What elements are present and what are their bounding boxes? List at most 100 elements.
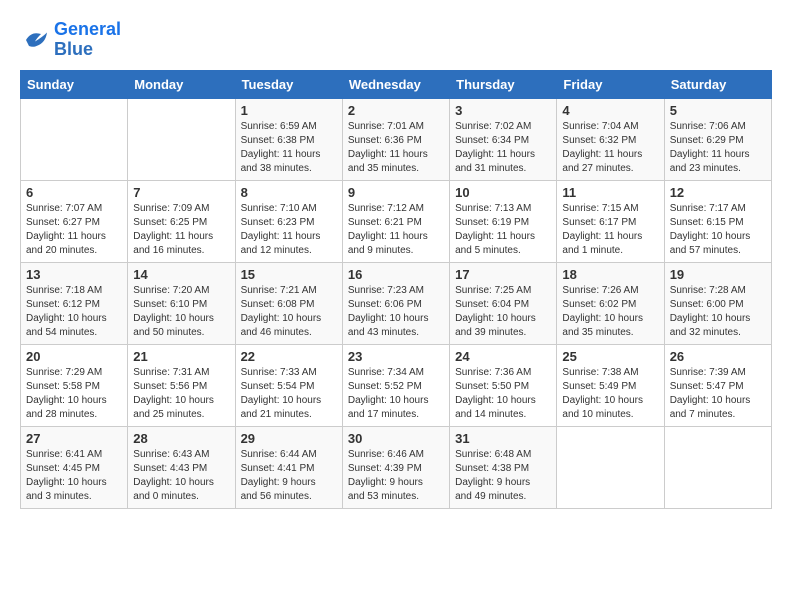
day-cell: [128, 98, 235, 180]
day-cell: 8Sunrise: 7:10 AM Sunset: 6:23 PM Daylig…: [235, 180, 342, 262]
day-detail: Sunrise: 7:06 AM Sunset: 6:29 PM Dayligh…: [670, 120, 766, 176]
day-number: 1: [241, 103, 337, 118]
day-cell: 2 Sunrise: 7:01 AM Sunset: 6:36 PM Daylig…: [342, 98, 449, 180]
day-number: 14: [133, 267, 229, 282]
day-number: 24: [455, 349, 551, 364]
day-cell: 22 Sunrise: 7:33 AM Sunset: 5:54 PM Dayli…: [235, 344, 342, 426]
week-row-5: 27 Sunrise: 6:41 AM Sunset: 4:45 PM Dayli…: [21, 426, 772, 508]
header-tuesday: Tuesday: [235, 70, 342, 98]
day-detail: Sunrise: 7:29 AM Sunset: 5:58 PM Dayligh…: [26, 366, 122, 422]
day-cell: 31 Sunrise: 6:48 AM Sunset: 4:38 PM Dayli…: [450, 426, 557, 508]
week-row-1: 1 Sunrise: 6:59 AM Sunset: 6:38 PM Daylig…: [21, 98, 772, 180]
day-detail: Sunrise: 7:02 AM Sunset: 6:34 PM Dayligh…: [455, 120, 551, 176]
day-number: 5: [670, 103, 766, 118]
logo-icon: [20, 25, 50, 55]
day-cell: 14 Sunrise: 7:20 AM Sunset: 6:10 PM Dayli…: [128, 262, 235, 344]
day-cell: 28 Sunrise: 6:43 AM Sunset: 4:43 PM Dayli…: [128, 426, 235, 508]
day-cell: 3Sunrise: 7:02 AM Sunset: 6:34 PM Daylig…: [450, 98, 557, 180]
day-detail: Sunrise: 7:18 AM Sunset: 6:12 PM Dayligh…: [26, 284, 122, 340]
day-cell: 15 Sunrise: 7:21 AM Sunset: 6:08 PM Dayli…: [235, 262, 342, 344]
day-detail: Sunrise: 7:34 AM Sunset: 5:52 PM Dayligh…: [348, 366, 444, 422]
day-detail: Sunrise: 7:33 AM Sunset: 5:54 PM Dayligh…: [241, 366, 337, 422]
day-detail: Sunrise: 7:20 AM Sunset: 6:10 PM Dayligh…: [133, 284, 229, 340]
day-detail: Sunrise: 7:12 AM Sunset: 6:21 PM Dayligh…: [348, 202, 444, 258]
week-row-3: 13 Sunrise: 7:18 AM Sunset: 6:12 PM Dayli…: [21, 262, 772, 344]
day-number: 25: [562, 349, 658, 364]
day-number: 7: [133, 185, 229, 200]
day-number: 18: [562, 267, 658, 282]
day-detail: Sunrise: 7:31 AM Sunset: 5:56 PM Dayligh…: [133, 366, 229, 422]
day-detail: Sunrise: 7:23 AM Sunset: 6:06 PM Dayligh…: [348, 284, 444, 340]
day-number: 10: [455, 185, 551, 200]
day-cell: 12Sunrise: 7:17 AM Sunset: 6:15 PM Dayli…: [664, 180, 771, 262]
day-number: 27: [26, 431, 122, 446]
day-number: 8: [241, 185, 337, 200]
day-number: 6: [26, 185, 122, 200]
day-number: 23: [348, 349, 444, 364]
day-number: 19: [670, 267, 766, 282]
header-wednesday: Wednesday: [342, 70, 449, 98]
day-detail: Sunrise: 6:44 AM Sunset: 4:41 PM Dayligh…: [241, 448, 337, 504]
day-detail: Sunrise: 7:25 AM Sunset: 6:04 PM Dayligh…: [455, 284, 551, 340]
day-cell: 23 Sunrise: 7:34 AM Sunset: 5:52 PM Dayli…: [342, 344, 449, 426]
day-number: 31: [455, 431, 551, 446]
day-cell: 9Sunrise: 7:12 AM Sunset: 6:21 PM Daylig…: [342, 180, 449, 262]
day-cell: 27 Sunrise: 6:41 AM Sunset: 4:45 PM Dayli…: [21, 426, 128, 508]
day-number: 17: [455, 267, 551, 282]
week-row-4: 20 Sunrise: 7:29 AM Sunset: 5:58 PM Dayli…: [21, 344, 772, 426]
day-detail: Sunrise: 7:21 AM Sunset: 6:08 PM Dayligh…: [241, 284, 337, 340]
day-number: 15: [241, 267, 337, 282]
day-number: 26: [670, 349, 766, 364]
day-number: 20: [26, 349, 122, 364]
day-cell: 17 Sunrise: 7:25 AM Sunset: 6:04 PM Dayli…: [450, 262, 557, 344]
day-detail: Sunrise: 6:48 AM Sunset: 4:38 PM Dayligh…: [455, 448, 551, 504]
day-cell: 13 Sunrise: 7:18 AM Sunset: 6:12 PM Dayli…: [21, 262, 128, 344]
day-cell: [664, 426, 771, 508]
day-cell: 18 Sunrise: 7:26 AM Sunset: 6:02 PM Dayli…: [557, 262, 664, 344]
day-cell: 29 Sunrise: 6:44 AM Sunset: 4:41 PM Dayli…: [235, 426, 342, 508]
day-cell: 24 Sunrise: 7:36 AM Sunset: 5:50 PM Dayli…: [450, 344, 557, 426]
day-detail: Sunrise: 6:59 AM Sunset: 6:38 PM Dayligh…: [241, 120, 337, 176]
day-number: 22: [241, 349, 337, 364]
header-friday: Friday: [557, 70, 664, 98]
day-detail: Sunrise: 7:26 AM Sunset: 6:02 PM Dayligh…: [562, 284, 658, 340]
day-cell: 16Sunrise: 7:23 AM Sunset: 6:06 PM Dayli…: [342, 262, 449, 344]
day-number: 29: [241, 431, 337, 446]
page-header: General Blue: [20, 20, 772, 60]
day-cell: 20 Sunrise: 7:29 AM Sunset: 5:58 PM Dayli…: [21, 344, 128, 426]
week-row-2: 6 Sunrise: 7:07 AM Sunset: 6:27 PM Daylig…: [21, 180, 772, 262]
day-cell: [21, 98, 128, 180]
day-cell: 10 Sunrise: 7:13 AM Sunset: 6:19 PM Dayli…: [450, 180, 557, 262]
day-detail: Sunrise: 7:07 AM Sunset: 6:27 PM Dayligh…: [26, 202, 122, 258]
day-detail: Sunrise: 7:13 AM Sunset: 6:19 PM Dayligh…: [455, 202, 551, 258]
day-cell: 5 Sunrise: 7:06 AM Sunset: 6:29 PM Daylig…: [664, 98, 771, 180]
day-number: 30: [348, 431, 444, 446]
day-cell: 25 Sunrise: 7:38 AM Sunset: 5:49 PM Dayli…: [557, 344, 664, 426]
day-detail: Sunrise: 6:41 AM Sunset: 4:45 PM Dayligh…: [26, 448, 122, 504]
header-saturday: Saturday: [664, 70, 771, 98]
day-detail: Sunrise: 7:09 AM Sunset: 6:25 PM Dayligh…: [133, 202, 229, 258]
day-number: 28: [133, 431, 229, 446]
day-detail: Sunrise: 6:43 AM Sunset: 4:43 PM Dayligh…: [133, 448, 229, 504]
day-cell: 4Sunrise: 7:04 AM Sunset: 6:32 PM Daylig…: [557, 98, 664, 180]
day-number: 21: [133, 349, 229, 364]
day-cell: 11Sunrise: 7:15 AM Sunset: 6:17 PM Dayli…: [557, 180, 664, 262]
header-thursday: Thursday: [450, 70, 557, 98]
day-detail: Sunrise: 7:36 AM Sunset: 5:50 PM Dayligh…: [455, 366, 551, 422]
day-number: 2: [348, 103, 444, 118]
day-number: 13: [26, 267, 122, 282]
day-detail: Sunrise: 6:46 AM Sunset: 4:39 PM Dayligh…: [348, 448, 444, 504]
calendar-table: SundayMondayTuesdayWednesdayThursdayFrid…: [20, 70, 772, 509]
logo-text: General Blue: [54, 20, 121, 60]
day-cell: 30 Sunrise: 6:46 AM Sunset: 4:39 PM Dayli…: [342, 426, 449, 508]
header-monday: Monday: [128, 70, 235, 98]
header-sunday: Sunday: [21, 70, 128, 98]
day-detail: Sunrise: 7:38 AM Sunset: 5:49 PM Dayligh…: [562, 366, 658, 422]
day-number: 11: [562, 185, 658, 200]
day-detail: Sunrise: 7:39 AM Sunset: 5:47 PM Dayligh…: [670, 366, 766, 422]
day-cell: [557, 426, 664, 508]
day-cell: 19 Sunrise: 7:28 AM Sunset: 6:00 PM Dayli…: [664, 262, 771, 344]
day-detail: Sunrise: 7:28 AM Sunset: 6:00 PM Dayligh…: [670, 284, 766, 340]
logo: General Blue: [20, 20, 121, 60]
day-detail: Sunrise: 7:01 AM Sunset: 6:36 PM Dayligh…: [348, 120, 444, 176]
